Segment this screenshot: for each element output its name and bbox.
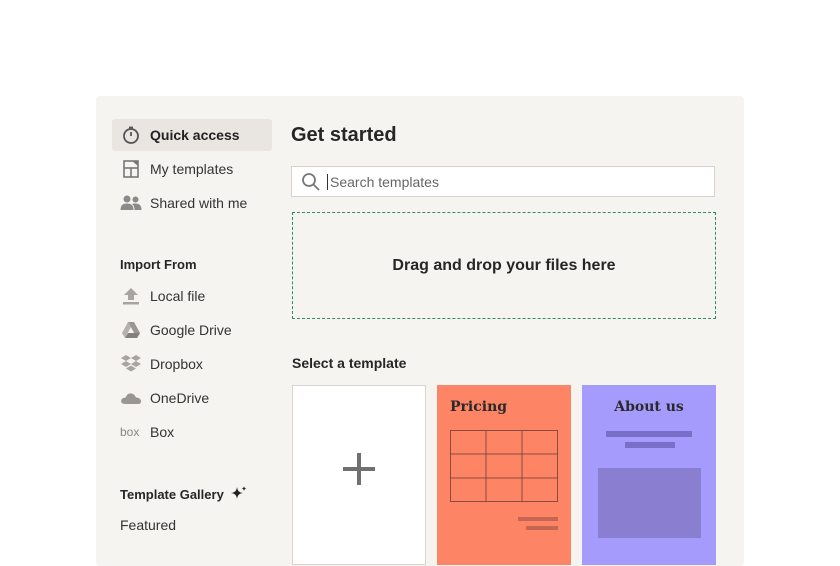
pricing-preview-illustration	[450, 430, 558, 530]
template-gallery-heading: Template Gallery	[120, 486, 248, 502]
template-chooser-panel: Quick access My templates Shared with me…	[96, 96, 744, 566]
gallery-item-label: Featured	[120, 517, 177, 533]
select-template-heading: Select a template	[292, 355, 407, 371]
import-item-label: Dropbox	[150, 356, 203, 372]
timer-icon	[120, 124, 142, 146]
page-title: Get started	[291, 124, 397, 146]
file-dropzone[interactable]: Drag and drop your files here	[292, 212, 716, 319]
svg-text:box: box	[120, 425, 139, 439]
gallery-item-featured[interactable]: Featured	[112, 509, 272, 541]
import-item-label: OneDrive	[150, 390, 210, 406]
about-preview-illustration	[598, 431, 701, 538]
dropbox-icon	[120, 353, 142, 375]
sidebar-item-my-templates[interactable]: My templates	[112, 153, 272, 185]
sidebar-item-label: Shared with me	[150, 195, 248, 211]
upload-icon	[120, 285, 142, 307]
dropzone-text: Drag and drop your files here	[392, 256, 616, 274]
card-title: About us	[614, 399, 684, 415]
card-title: Pricing	[450, 399, 508, 415]
blank-template-card[interactable]	[292, 385, 426, 565]
template-gallery-label: Template Gallery	[120, 486, 224, 502]
import-item-label: Box	[150, 424, 175, 440]
sidebar-item-shared-with-me[interactable]: Shared with me	[112, 187, 272, 219]
search-box[interactable]	[291, 166, 715, 197]
import-onedrive[interactable]: OneDrive	[112, 382, 272, 414]
template-icon	[120, 158, 142, 180]
search-icon	[301, 172, 321, 192]
sidebar-item-quick-access[interactable]: Quick access	[112, 119, 272, 151]
import-google-drive[interactable]: Google Drive	[112, 314, 272, 346]
import-local-file[interactable]: Local file	[112, 280, 272, 312]
import-item-label: Google Drive	[150, 322, 232, 338]
search-input[interactable]	[327, 173, 700, 190]
people-icon	[120, 192, 142, 214]
import-item-label: Local file	[150, 288, 206, 304]
sidebar-item-label: My templates	[150, 161, 234, 177]
plus-icon	[342, 452, 376, 491]
import-dropbox[interactable]: Dropbox	[112, 348, 272, 380]
sparkle-icon	[230, 486, 248, 502]
google-drive-icon	[120, 319, 142, 341]
pricing-template-card[interactable]: Pricing	[437, 385, 571, 565]
about-us-template-card[interactable]: About us	[582, 385, 716, 565]
box-icon: box	[120, 421, 142, 443]
import-from-heading: Import From	[120, 257, 197, 272]
sidebar-item-label: Quick access	[150, 127, 240, 143]
import-box[interactable]: box Box	[112, 416, 272, 448]
onedrive-icon	[120, 387, 142, 409]
